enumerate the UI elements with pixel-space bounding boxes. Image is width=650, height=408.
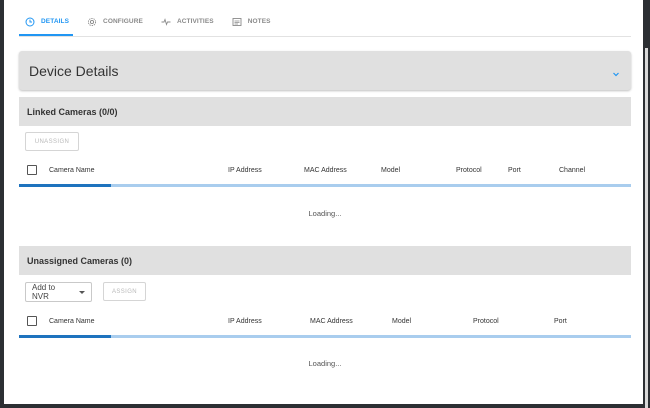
tab-notes[interactable]: NOTES [226, 12, 275, 36]
window-bottom-edge [0, 404, 643, 408]
linked-loading-progress [19, 184, 631, 187]
linked-cameras-header: Linked Cameras (0/0) [19, 97, 631, 126]
linked-table-header: Camera Name IP Address MAC Address Model… [19, 159, 631, 183]
unassigned-loading-text: Loading... [308, 359, 342, 368]
col-protocol[interactable]: Protocol [473, 318, 499, 325]
device-panel: DETAILS CONFIGURE ACTIVITIES NOTES Devic… [4, 0, 643, 404]
add-to-nvr-label: Add to NVR [32, 283, 56, 301]
col-mac-address[interactable]: MAC Address [310, 318, 353, 325]
linked-progress-bar [19, 184, 111, 187]
tab-bar: DETAILS CONFIGURE ACTIVITIES NOTES [19, 12, 631, 37]
unassign-button[interactable]: UNASSIGN [25, 132, 79, 151]
col-ip-address[interactable]: IP Address [228, 318, 262, 325]
col-model[interactable]: Model [392, 318, 411, 325]
unassigned-select-all-checkbox[interactable] [27, 316, 37, 326]
linked-select-all-checkbox[interactable] [27, 165, 37, 175]
linked-loading-text: Loading... [308, 209, 342, 218]
col-port[interactable]: Port [508, 167, 521, 174]
device-details-accordion[interactable]: Device Details [19, 51, 631, 90]
unassigned-cameras-header: Unassigned Cameras (0) [19, 246, 631, 275]
unassigned-progress-bar [19, 335, 111, 338]
clock-icon [25, 17, 35, 27]
device-details-title: Device Details [29, 62, 119, 79]
chevron-down-icon[interactable] [611, 66, 621, 76]
col-camera-name[interactable]: Camera Name [49, 167, 95, 174]
tab-details[interactable]: DETAILS [19, 12, 74, 36]
col-camera-name[interactable]: Camera Name [49, 318, 95, 325]
unassigned-table-header: Camera Name IP Address MAC Address Model… [19, 310, 631, 334]
notes-icon [232, 17, 242, 27]
tab-configure-label: CONFIGURE [103, 18, 143, 25]
unassigned-loading-progress [19, 335, 631, 338]
assign-button-label: ASSIGN [111, 288, 138, 295]
col-mac-address[interactable]: MAC Address [304, 167, 347, 174]
tab-configure[interactable]: CONFIGURE [81, 12, 147, 36]
col-channel[interactable]: Channel [559, 167, 585, 174]
unassign-button-label: UNASSIGN [34, 138, 70, 145]
gear-icon [87, 17, 97, 27]
col-ip-address[interactable]: IP Address [228, 167, 262, 174]
add-to-nvr-dropdown[interactable]: Add to NVR [25, 282, 92, 302]
unassigned-cameras-title: Unassigned Cameras (0) [27, 255, 133, 266]
tab-details-label: DETAILS [41, 18, 70, 25]
window-scrollbar[interactable] [643, 0, 650, 408]
assign-button[interactable]: ASSIGN [103, 282, 146, 301]
col-protocol[interactable]: Protocol [456, 167, 482, 174]
tab-activities[interactable]: ACTIVITIES [155, 12, 218, 36]
col-model[interactable]: Model [381, 167, 400, 174]
caret-down-icon [79, 290, 85, 294]
tab-activities-label: ACTIVITIES [176, 18, 214, 25]
scrollbar-thumb[interactable] [645, 48, 648, 408]
col-port[interactable]: Port [554, 318, 567, 325]
pulse-icon [161, 17, 171, 27]
tab-notes-label: NOTES [247, 18, 271, 25]
linked-cameras-title: Linked Cameras (0/0) [27, 106, 118, 117]
